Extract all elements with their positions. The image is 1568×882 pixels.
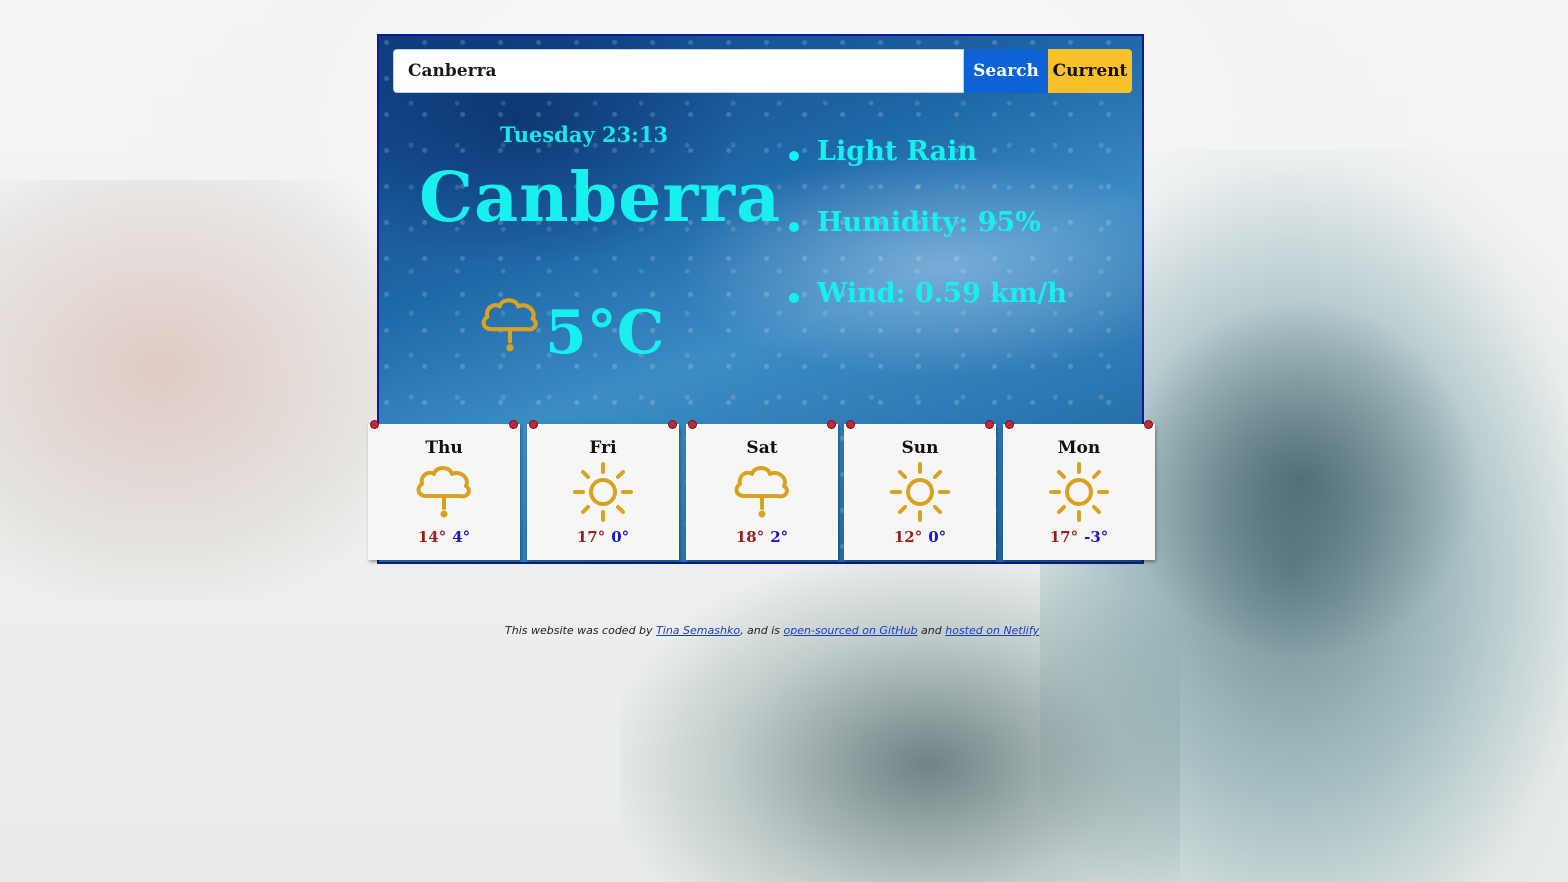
forecast-day: Mon: [1057, 438, 1101, 458]
forecast-high: 18°: [735, 528, 765, 546]
forecast-low: 4°: [452, 528, 471, 546]
forecast-low: 0°: [611, 528, 630, 546]
forecast-high: 12°: [893, 528, 923, 546]
pin-icon: [986, 421, 993, 428]
current-temperature: 5°C: [545, 298, 665, 368]
humidity: Humidity: 95%: [789, 207, 1067, 278]
forecast-day-card: Fri 17° 0°: [527, 421, 679, 560]
wind-speed: Wind: 0.59 km/h: [789, 278, 1067, 349]
forecast-row: Thu 14° 4° Fri 17° 0° Sat 18° 2° Sun 12°…: [368, 421, 1158, 564]
forecast-temps: 17° -3°: [1003, 528, 1155, 546]
forecast-day: Fri: [589, 438, 617, 458]
pin-icon: [669, 421, 676, 428]
rain-cloud-icon: [416, 466, 471, 518]
forecast-high: 14°: [417, 528, 447, 546]
pin-icon: [1145, 421, 1152, 428]
weather-details-list: Light Rain Humidity: 95% Wind: 0.59 km/h: [789, 136, 1067, 349]
pin-icon: [847, 421, 854, 428]
forecast-temps: 14° 4°: [368, 528, 520, 546]
forecast-day-card: Mon 17° -3°: [1003, 421, 1155, 560]
sun-icon: [890, 462, 950, 522]
sun-icon: [573, 462, 633, 522]
footer-middle: , and is: [740, 624, 781, 637]
pin-icon: [371, 421, 378, 428]
search-form: Search Current: [393, 49, 1135, 93]
netlify-link[interactable]: hosted on Netlify: [945, 624, 1039, 637]
forecast-low: 0°: [928, 528, 947, 546]
forecast-day: Sun: [901, 438, 939, 458]
rain-cloud-icon: [481, 298, 538, 352]
forecast-low: 2°: [770, 528, 789, 546]
forecast-day: Sat: [746, 438, 778, 458]
city-name: Canberra: [419, 158, 782, 238]
forecast-high: 17°: [1049, 528, 1079, 546]
author-link[interactable]: Tina Semashko: [656, 624, 740, 637]
forecast-low: -3°: [1084, 528, 1109, 546]
pin-icon: [689, 421, 696, 428]
forecast-day-card: Sun 12° 0°: [844, 421, 996, 560]
pin-icon: [530, 421, 537, 428]
search-button[interactable]: Search: [964, 49, 1048, 93]
sun-icon: [1049, 462, 1109, 522]
weather-description: Light Rain: [789, 136, 1067, 207]
current-location-button[interactable]: Current: [1048, 49, 1132, 93]
footer-credits: This website was coded by Tina Semashko,…: [505, 624, 1039, 637]
forecast-temps: 18° 2°: [686, 528, 838, 546]
forecast-temps: 17° 0°: [527, 528, 679, 546]
forecast-temps: 12° 0°: [844, 528, 996, 546]
rain-cloud-icon: [734, 466, 789, 518]
pin-icon: [828, 421, 835, 428]
pin-icon: [510, 421, 517, 428]
forecast-day: Thu: [425, 438, 463, 458]
footer-prefix: This website was coded by: [505, 624, 653, 637]
github-link[interactable]: open-sourced on GitHub: [784, 624, 918, 637]
forecast-high: 17°: [576, 528, 606, 546]
forecast-day-card: Thu 14° 4°: [368, 421, 520, 560]
footer-and: and: [921, 624, 942, 637]
forecast-day-card: Sat 18° 2°: [686, 421, 838, 560]
current-datetime: Tuesday 23:13: [500, 122, 669, 147]
city-search-input[interactable]: [393, 49, 964, 93]
pin-icon: [1006, 421, 1013, 428]
